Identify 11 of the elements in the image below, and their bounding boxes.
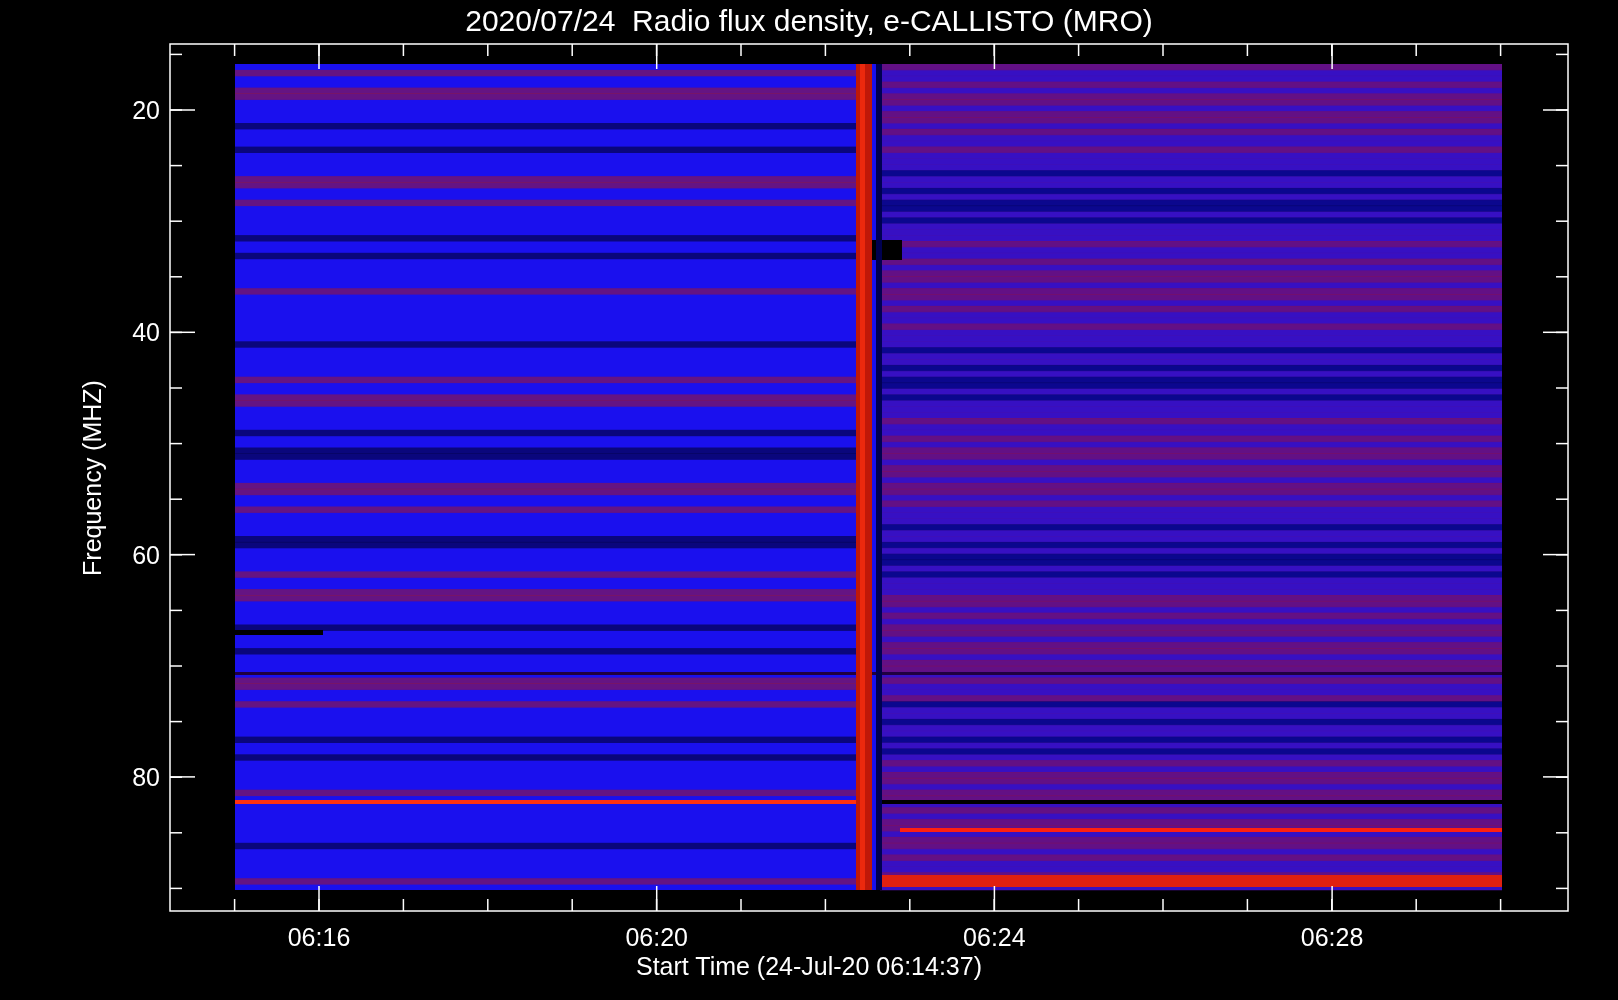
y-tick-label: 60 bbox=[132, 540, 160, 569]
x-tick-label: 06:24 bbox=[963, 923, 1026, 951]
x-tick-label: 06:20 bbox=[625, 923, 688, 951]
x-tick-label: 06:28 bbox=[1300, 923, 1364, 951]
y-axis-label: Frequency (MHZ) bbox=[78, 380, 106, 576]
chart-title: 2020/07/24 Radio flux density, e-CALLISTO (MRO) bbox=[465, 4, 1153, 37]
x-tick-label: 06:16 bbox=[287, 923, 351, 951]
x-axis-label: Start Time (24-Jul-20 06:14:37) bbox=[636, 952, 982, 980]
y-tick-label: 80 bbox=[132, 762, 160, 791]
y-tick-label: 20 bbox=[132, 96, 160, 124]
y-tick-label: 40 bbox=[132, 318, 160, 347]
